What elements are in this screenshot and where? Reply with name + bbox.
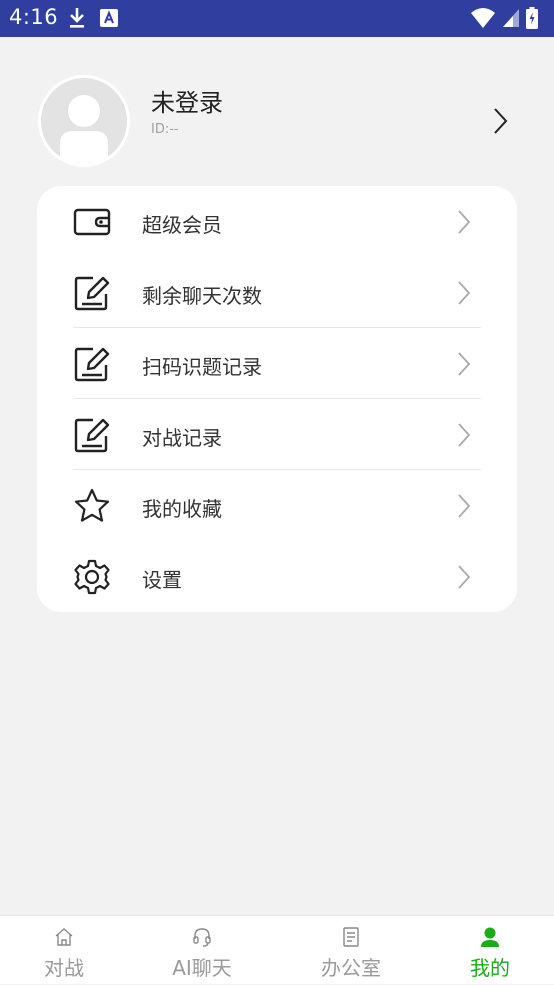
status-bar: 4:16 bbox=[0, 0, 554, 37]
tab-label: 办公室 bbox=[321, 956, 381, 980]
person-icon bbox=[481, 927, 499, 947]
chevron-right-icon bbox=[458, 281, 471, 305]
chevron-right-icon bbox=[458, 210, 471, 234]
tab-label: 我的 bbox=[470, 956, 510, 980]
menu-item-label: 对战记录 bbox=[142, 426, 222, 450]
wallet-icon bbox=[73, 208, 111, 236]
chevron-right-icon bbox=[458, 423, 471, 447]
home-icon bbox=[55, 928, 73, 946]
menu-card: 超级会员 剩余聊天次数 扫码识题记录 对战记录 我的收藏 设置 bbox=[37, 186, 517, 612]
menu-item-battle-records[interactable]: 对战记录 bbox=[37, 399, 517, 470]
profile-header[interactable]: 未登录 ID:-- bbox=[0, 75, 554, 167]
document-icon bbox=[343, 927, 359, 947]
chevron-right-icon bbox=[458, 494, 471, 518]
cellular-signal-icon bbox=[503, 9, 519, 27]
tab-battle[interactable]: 对战 bbox=[0, 916, 133, 985]
tab-ai-chat[interactable]: AI聊天 bbox=[133, 916, 271, 985]
chevron-right-icon bbox=[458, 565, 471, 589]
menu-item-scan-records[interactable]: 扫码识题记录 bbox=[37, 328, 517, 399]
download-icon bbox=[70, 8, 84, 28]
menu-item-label: 我的收藏 bbox=[142, 497, 222, 521]
person-placeholder-icon bbox=[60, 95, 108, 164]
menu-item-settings[interactable]: 设置 bbox=[37, 541, 517, 612]
menu-item-label: 设置 bbox=[142, 568, 182, 592]
battery-icon bbox=[526, 7, 538, 29]
menu-item-super-member[interactable]: 超级会员 bbox=[37, 186, 517, 257]
menu-item-favorites[interactable]: 我的收藏 bbox=[37, 470, 517, 541]
edit-note-icon bbox=[74, 276, 110, 311]
profile-name: 未登录 bbox=[151, 89, 223, 117]
tab-mine[interactable]: 我的 bbox=[421, 916, 554, 985]
gear-icon bbox=[74, 559, 110, 595]
tab-label: 对战 bbox=[44, 956, 84, 980]
bottom-tab-bar: 对战 AI聊天 办公室 我的 bbox=[0, 915, 554, 984]
edit-note-icon bbox=[74, 347, 110, 382]
menu-item-label: 剩余聊天次数 bbox=[142, 284, 262, 308]
headset-icon bbox=[193, 928, 211, 947]
chevron-right-icon bbox=[458, 352, 471, 376]
wifi-icon bbox=[471, 8, 495, 28]
edit-note-icon bbox=[74, 418, 110, 453]
menu-item-label: 扫码识题记录 bbox=[142, 355, 262, 379]
status-time: 4:16 bbox=[9, 5, 59, 29]
chevron-right-icon[interactable] bbox=[490, 106, 510, 136]
star-icon bbox=[74, 488, 110, 522]
menu-item-remaining-chats[interactable]: 剩余聊天次数 bbox=[37, 257, 517, 328]
tab-office[interactable]: 办公室 bbox=[282, 916, 420, 985]
a-badge-icon bbox=[100, 9, 118, 27]
profile-id: ID:-- bbox=[151, 122, 179, 137]
avatar[interactable] bbox=[38, 75, 130, 167]
tab-label: AI聊天 bbox=[172, 956, 232, 980]
menu-item-label: 超级会员 bbox=[142, 213, 222, 237]
